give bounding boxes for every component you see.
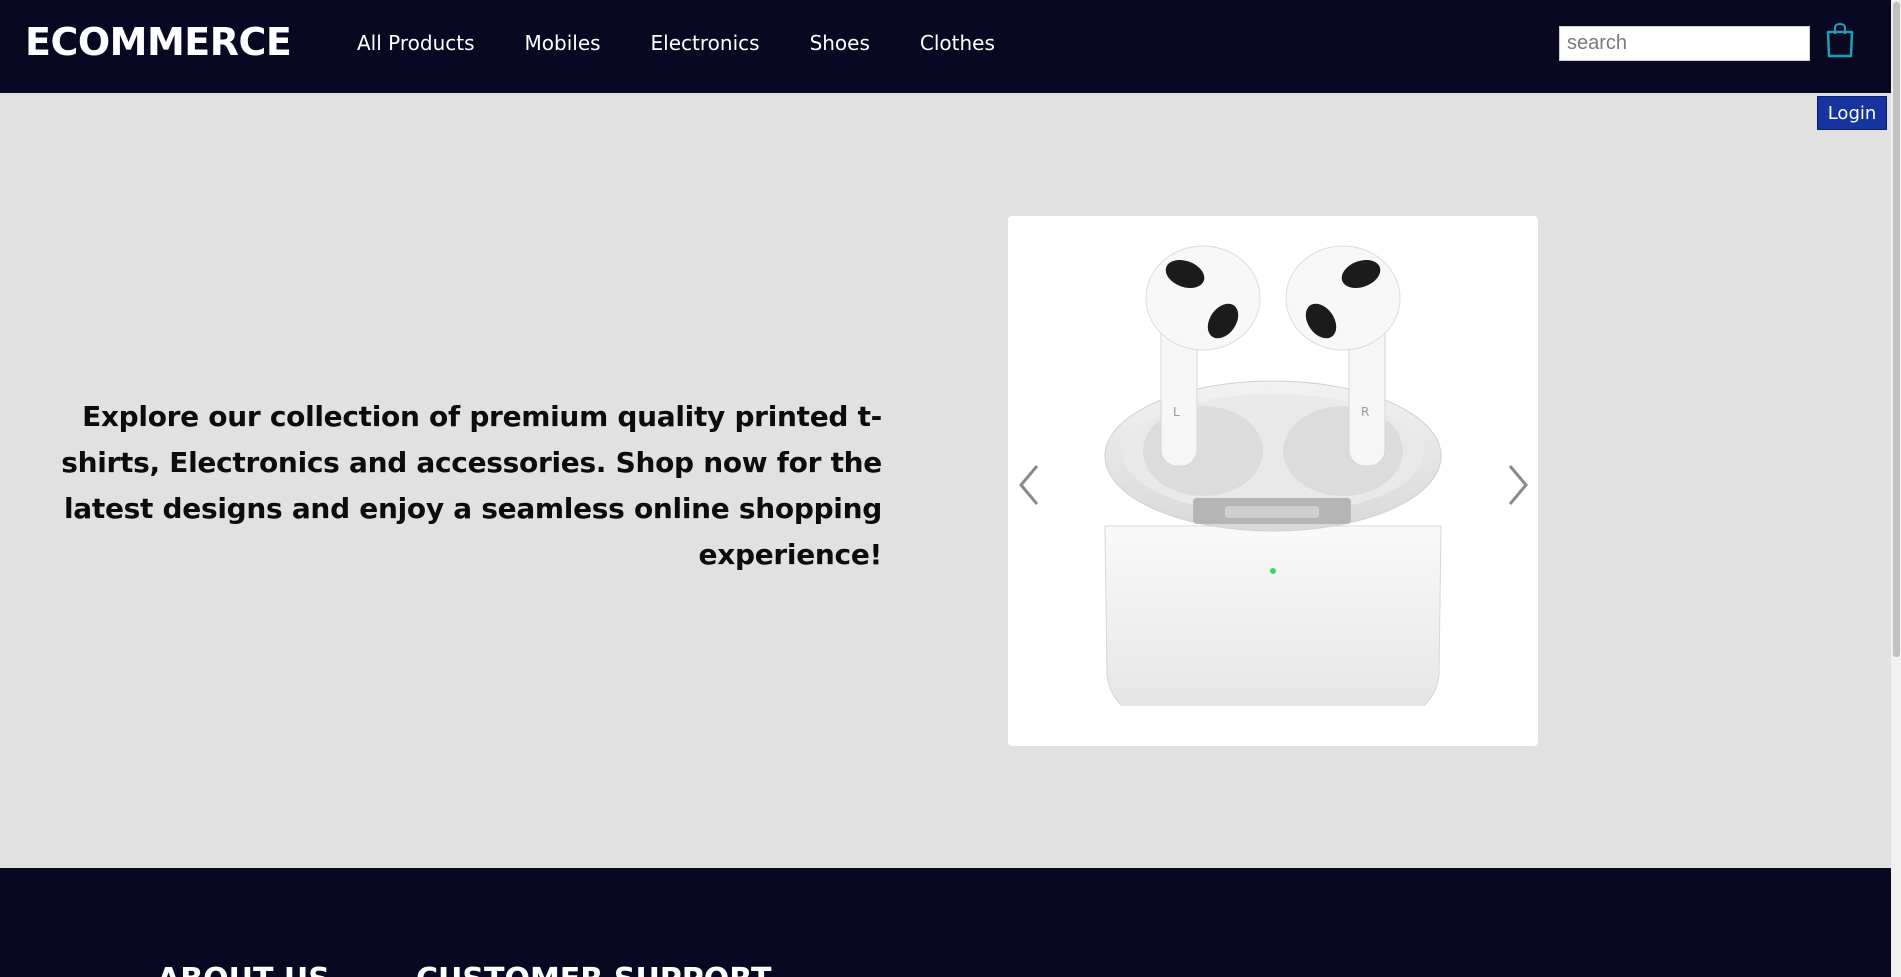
footer-about-heading: ABOUT US (157, 962, 330, 977)
chevron-left-icon[interactable] (1015, 460, 1045, 510)
chevron-right-icon[interactable] (1502, 460, 1532, 510)
nav-mobiles[interactable]: Mobiles (525, 31, 601, 55)
main-nav: All Products Mobiles Electronics Shoes C… (357, 31, 1045, 55)
site-footer (0, 868, 1891, 977)
nav-electronics[interactable]: Electronics (651, 31, 760, 55)
product-carousel: L R (1008, 216, 1538, 746)
svg-text:L: L (1173, 405, 1180, 419)
scrollbar-thumb[interactable] (1893, 2, 1900, 657)
search-input[interactable] (1559, 26, 1810, 61)
nav-all-products[interactable]: All Products (357, 31, 475, 55)
nav-shoes[interactable]: Shoes (810, 31, 870, 55)
airpods-product-image: L R (1104, 245, 1442, 706)
footer-support-heading: CUSTOMER SUPPORT (416, 962, 772, 977)
brand-logo[interactable]: ECOMMERCE (25, 20, 292, 64)
svg-text:R: R (1361, 405, 1369, 419)
login-button[interactable]: Login (1817, 96, 1887, 130)
shopping-bag-icon[interactable] (1825, 22, 1855, 58)
nav-clothes[interactable]: Clothes (920, 31, 995, 55)
site-header: ECOMMERCE All Products Mobiles Electroni… (0, 0, 1891, 93)
hero-tagline: Explore our collection of premium qualit… (61, 400, 882, 571)
